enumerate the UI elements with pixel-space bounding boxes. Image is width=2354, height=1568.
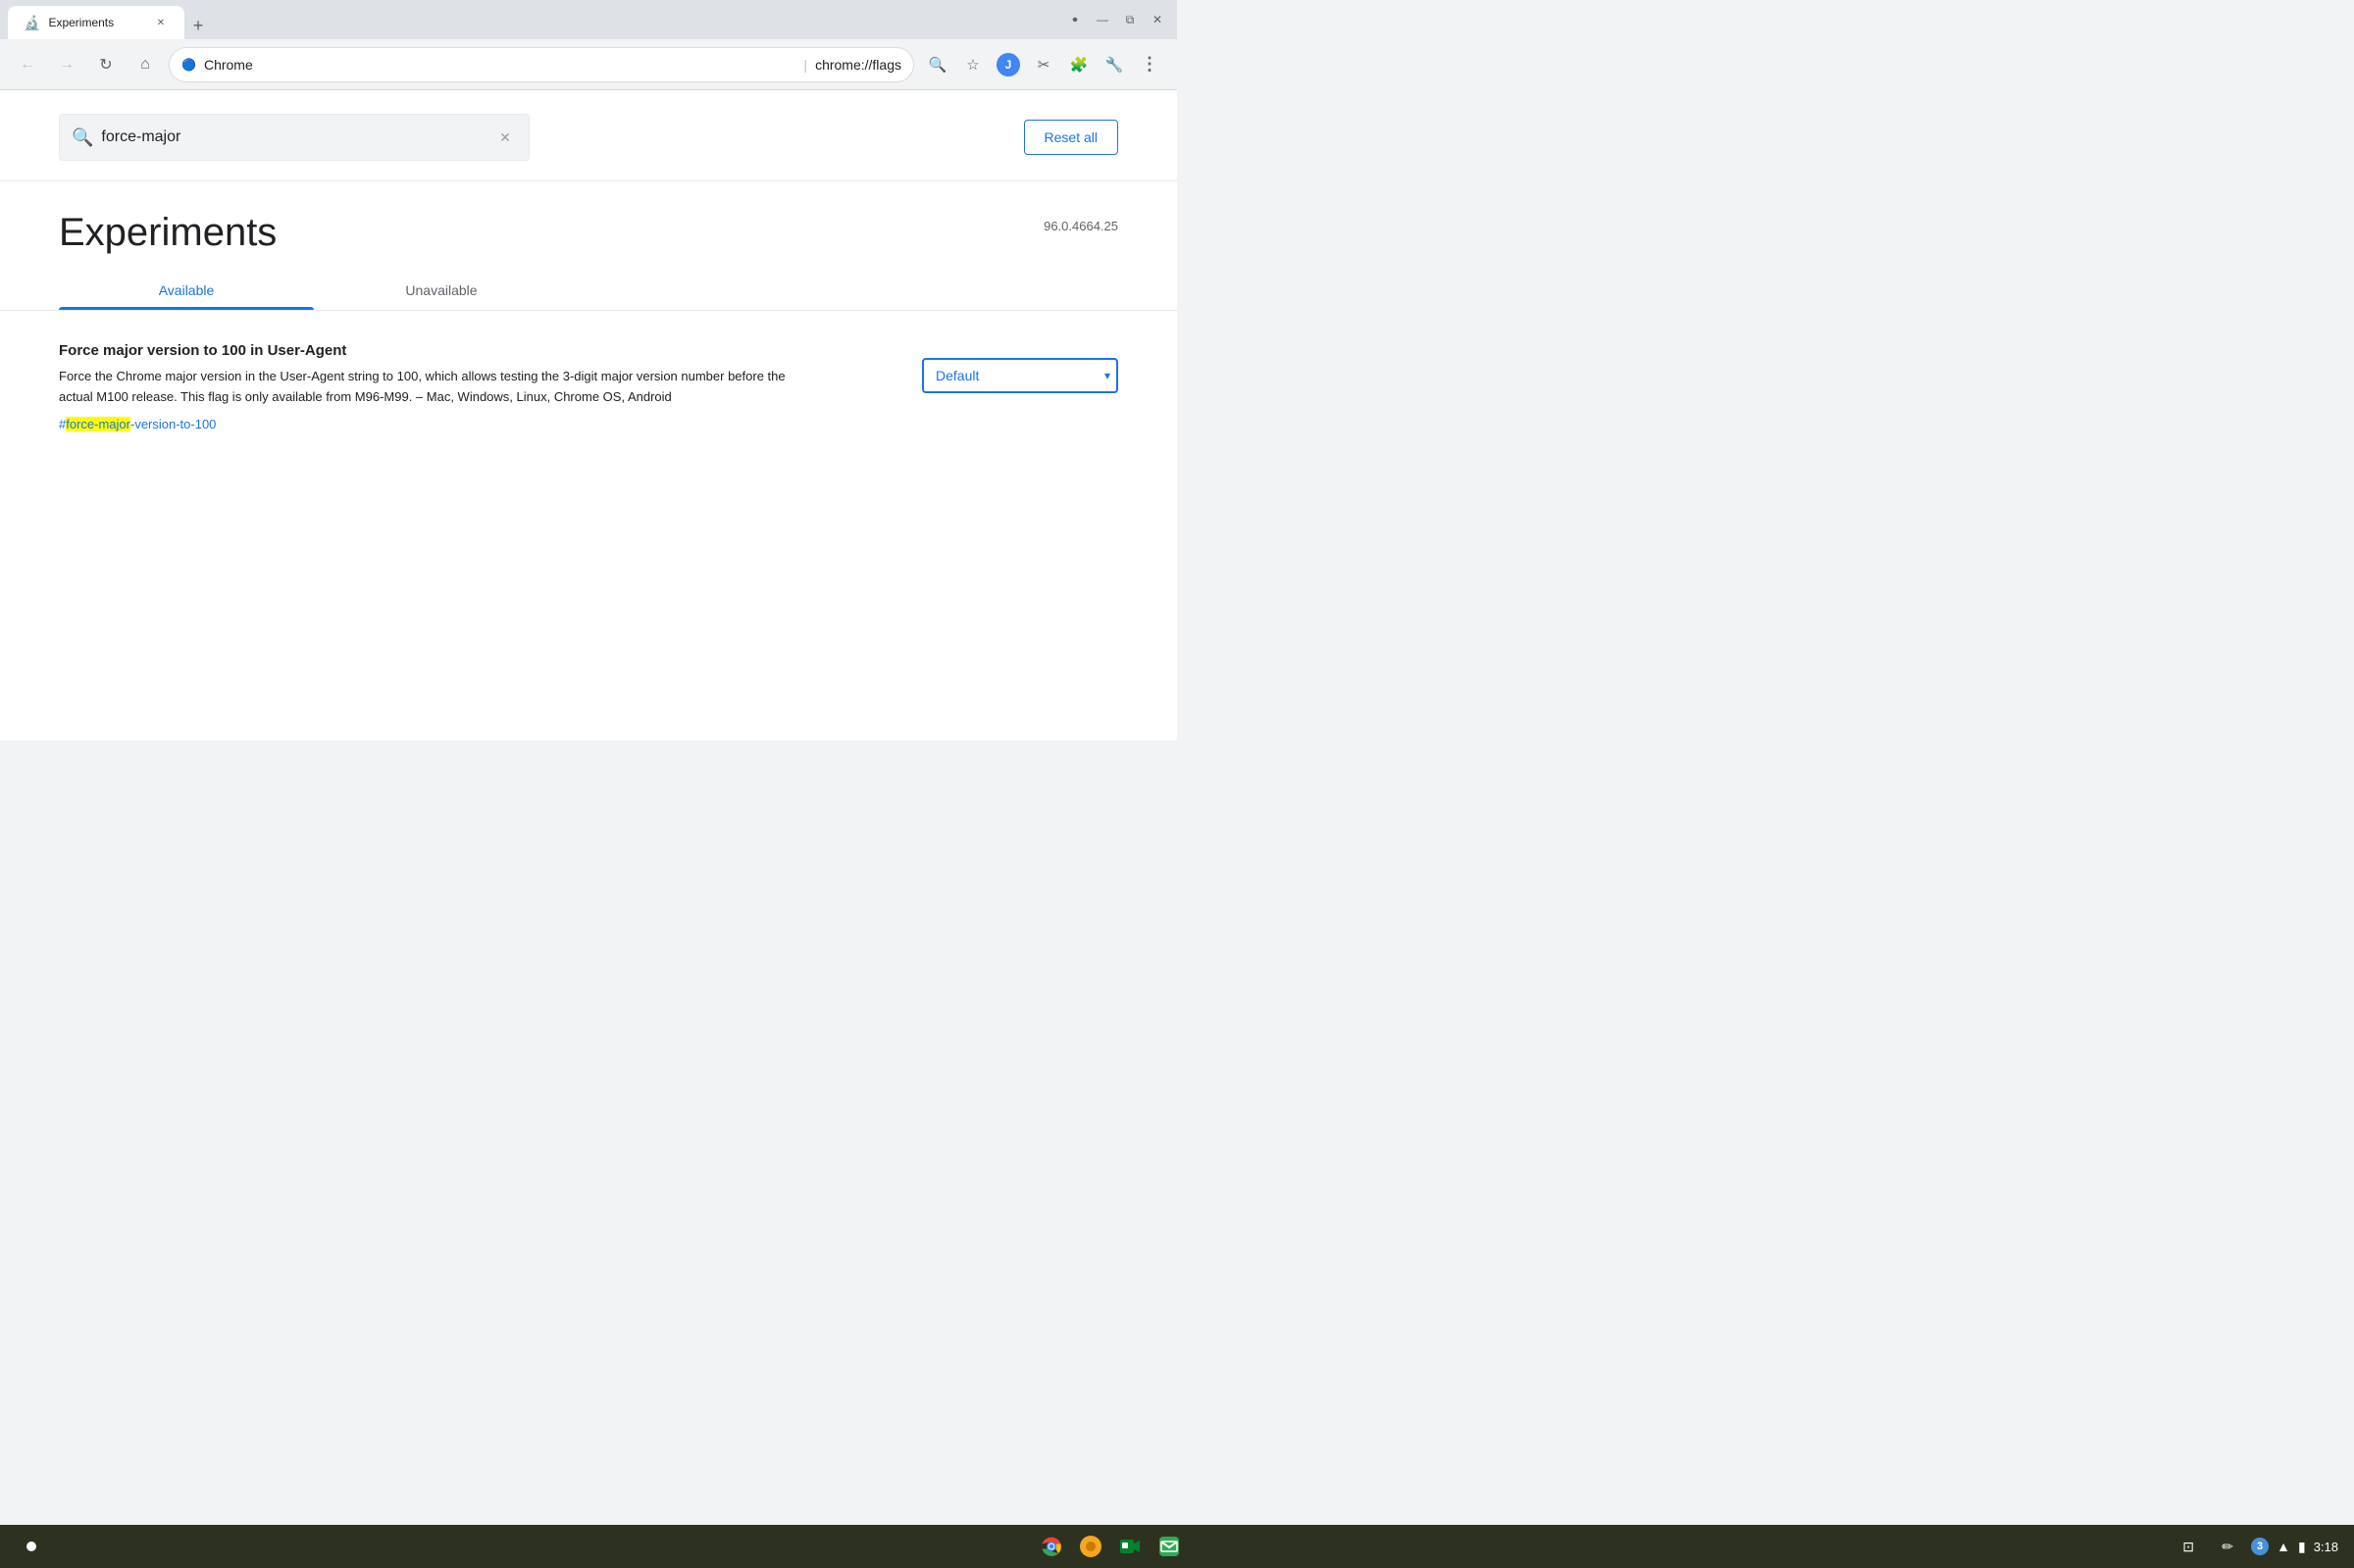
search-input[interactable]: [101, 128, 486, 146]
profile-button[interactable]: J: [993, 49, 1024, 80]
forward-button[interactable]: →: [51, 49, 82, 80]
window-controls: ⏺ — ⧉ ✕: [1063, 8, 1169, 31]
back-icon: ←: [20, 56, 35, 74]
close-button[interactable]: ✕: [1146, 8, 1169, 31]
toolbar-actions: 🔍 ☆ J ✂ 🧩 🔧 ⋮: [922, 49, 1165, 80]
minimize-icon: —: [1097, 13, 1108, 26]
taskbar-app3-button[interactable]: [1114, 1531, 1146, 1562]
reset-all-button[interactable]: Reset all: [1024, 120, 1118, 155]
reload-button[interactable]: ↻: [90, 49, 122, 80]
title-bar: 🔬 Experiments ✕ + ⏺ — ⧉ ✕: [0, 0, 1177, 39]
back-button[interactable]: ←: [12, 49, 43, 80]
clear-search-button[interactable]: ✕: [493, 126, 517, 149]
experiments-header: Experiments 96.0.4664.25: [0, 181, 1177, 255]
flags-content-area: Force major version to 100 in User-Agent…: [0, 311, 1177, 488]
home-icon: ⌂: [140, 56, 150, 74]
tab-title: Experiments: [48, 16, 114, 29]
extension-icon: 🧩: [1070, 56, 1089, 74]
record-icon: ⏺: [1073, 15, 1078, 25]
page-content: 🔍 ✕ Reset all Experiments 96.0.4664.25 A…: [0, 90, 1177, 740]
forward-icon: →: [59, 56, 75, 74]
flag-control-col: Default Enabled Disabled ▾: [922, 342, 1118, 393]
cut-icon: ✂: [1038, 56, 1050, 74]
menu-button[interactable]: ⋮: [1134, 49, 1165, 80]
flag-link-highlight: force-major: [66, 417, 130, 431]
flag-select-wrapper: Default Enabled Disabled ▾: [922, 358, 1118, 393]
home-button[interactable]: ⌂: [129, 49, 161, 80]
close-icon: ✕: [1152, 13, 1162, 26]
version-text: 96.0.4664.25: [1044, 211, 1118, 233]
app4-icon: [1157, 1535, 1181, 1558]
bookmark-button[interactable]: ☆: [957, 49, 989, 80]
stylus-icon: ✏: [2222, 1539, 2233, 1555]
taskbar-app4-button[interactable]: [1153, 1531, 1185, 1562]
search-icon: 🔍: [72, 127, 93, 148]
badge-icon: 3: [2251, 1538, 2269, 1555]
tabs-area: Available Unavailable: [0, 255, 1177, 311]
clear-icon: ✕: [499, 129, 511, 146]
extension-button[interactable]: 🧩: [1063, 49, 1095, 80]
taskbar: ⊡ ✏ 3 ▲ ▮ 3:18: [0, 1525, 2354, 1568]
search-input-wrapper: 🔍 ✕: [59, 114, 530, 161]
active-tab[interactable]: 🔬 Experiments ✕: [8, 6, 184, 39]
tab-close-icon: ✕: [157, 18, 165, 28]
record-button[interactable]: ⏺: [1063, 8, 1087, 31]
screenshot-icon: ⊡: [2182, 1539, 2194, 1555]
flag-link-suffix: -version-to-100: [130, 417, 216, 431]
profile-icon: J: [997, 53, 1020, 76]
flag-item: Force major version to 100 in User-Agent…: [59, 342, 1118, 433]
screenshot-button[interactable]: ⊡: [2173, 1531, 2204, 1562]
extension2-button[interactable]: 🔧: [1099, 49, 1130, 80]
taskbar-left: [16, 1531, 47, 1562]
flag-select[interactable]: Default Enabled Disabled: [922, 358, 1118, 393]
search-icon: 🔍: [929, 56, 947, 74]
reload-icon: ↻: [99, 55, 112, 75]
taskbar-status-indicator[interactable]: [16, 1531, 47, 1562]
site-name: Chrome: [204, 57, 795, 73]
tab-experiment-icon: 🔬: [24, 15, 40, 31]
address-url: chrome://flags: [815, 57, 901, 73]
taskbar-center: [47, 1531, 2173, 1562]
chrome-icon: [1040, 1535, 1063, 1558]
address-divider: |: [803, 57, 807, 73]
search-bar-area: 🔍 ✕ Reset all: [0, 90, 1177, 181]
stylus-button[interactable]: ✏: [2212, 1531, 2243, 1562]
taskbar-chrome-button[interactable]: [1036, 1531, 1067, 1562]
flag-row: Force major version to 100 in User-Agent…: [59, 342, 1118, 433]
wifi-icon: ▲: [2277, 1539, 2290, 1554]
plus-icon: +: [193, 16, 204, 36]
system-tray: 3 ▲ ▮ 3:18: [2251, 1538, 2338, 1555]
bookmark-icon: ☆: [966, 56, 979, 74]
tab-unavailable[interactable]: Unavailable: [314, 271, 569, 310]
cut-button[interactable]: ✂: [1028, 49, 1059, 80]
experiments-title: Experiments: [59, 211, 277, 255]
app2-icon: [1079, 1535, 1102, 1558]
tab-close-button[interactable]: ✕: [153, 15, 169, 30]
search-page-button[interactable]: 🔍: [922, 49, 953, 80]
maximize-icon: ⧉: [1126, 13, 1135, 27]
taskbar-app2-button[interactable]: [1075, 1531, 1106, 1562]
address-bar[interactable]: 🔵 Chrome | chrome://flags: [169, 47, 914, 82]
maximize-button[interactable]: ⧉: [1118, 8, 1142, 31]
flag-title: Force major version to 100 in User-Agent: [59, 342, 891, 359]
extension2-icon: 🔧: [1105, 56, 1124, 74]
status-dot-icon: [26, 1542, 36, 1551]
clock: 3:18: [2314, 1540, 2338, 1554]
tab-available[interactable]: Available: [59, 271, 314, 310]
browser-toolbar: ← → ↻ ⌂ 🔵 Chrome | chrome://flags 🔍 ☆ J …: [0, 39, 1177, 90]
site-security-icon: 🔵: [181, 58, 196, 72]
flag-description: Force the Chrome major version in the Us…: [59, 367, 804, 408]
menu-icon: ⋮: [1141, 54, 1158, 75]
flag-link[interactable]: #force-major-version-to-100: [59, 417, 216, 431]
minimize-button[interactable]: —: [1091, 8, 1114, 31]
app3-icon: [1118, 1535, 1142, 1558]
taskbar-right: ⊡ ✏ 3 ▲ ▮ 3:18: [2173, 1531, 2338, 1562]
new-tab-button[interactable]: +: [184, 12, 212, 39]
battery-icon: ▮: [2298, 1539, 2306, 1555]
flag-link-container: #force-major-version-to-100: [59, 416, 891, 433]
flag-text-col: Force major version to 100 in User-Agent…: [59, 342, 891, 433]
